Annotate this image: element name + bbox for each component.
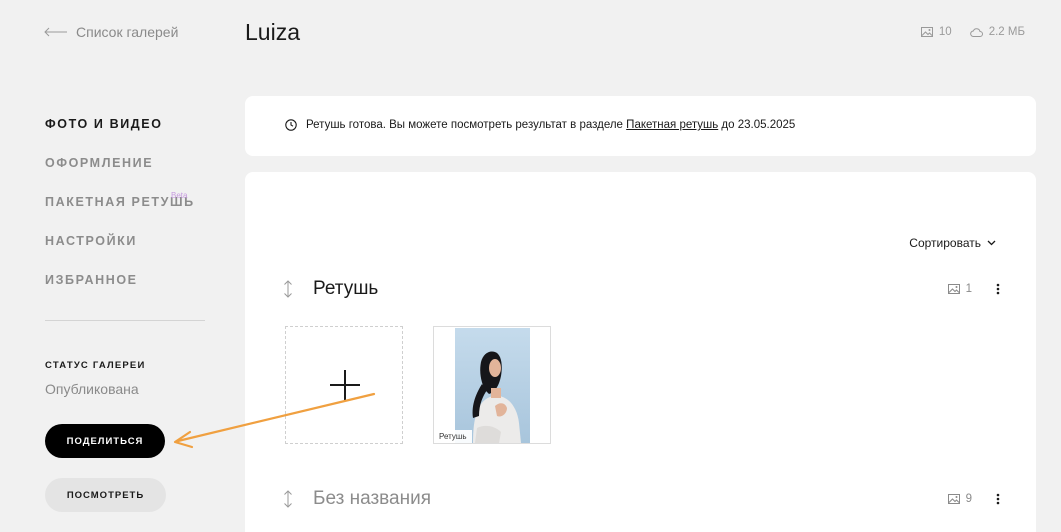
sidebar-divider — [45, 320, 205, 321]
cloud-icon — [969, 27, 983, 37]
image-icon — [947, 284, 960, 294]
sidebar-nav: ФОТО И ВИДЕО ОФОРМЛЕНИЕ ПАКЕТНАЯ РЕТУШЬ … — [45, 117, 195, 312]
notice-text-before: Ретушь готова. Вы можете посмотреть резу… — [306, 119, 623, 131]
nav-item-label: ФОТО И ВИДЕО — [45, 117, 163, 131]
kebab-menu-icon[interactable] — [996, 493, 1000, 505]
image-icon — [947, 494, 960, 504]
photo-section-tag: Ретушь — [434, 430, 472, 443]
portrait-photo — [455, 328, 530, 443]
kebab-menu-icon[interactable] — [996, 283, 1000, 295]
notice-content: Ретушь готова. Вы можете посмотреть резу… — [285, 119, 795, 131]
back-to-galleries-link[interactable]: Список галерей — [44, 24, 178, 40]
drag-handle-icon[interactable] — [281, 489, 295, 509]
add-photo-tile[interactable] — [285, 326, 403, 444]
section-title[interactable]: Ретушь — [313, 278, 378, 300]
section-photo-count: 1 — [947, 283, 972, 295]
view-button[interactable]: ПОСМОТРЕТЬ — [45, 478, 166, 512]
section-count-value: 1 — [965, 283, 972, 295]
batch-retouch-link[interactable]: Пакетная ретушь — [626, 119, 718, 131]
nav-item-label: ИЗБРАННОЕ — [45, 273, 138, 287]
photo-count: 10 — [938, 26, 952, 38]
nav-item-label: НАСТРОЙКИ — [45, 234, 137, 248]
gallery-status-label: СТАТУС ГАЛЕРЕИ — [45, 360, 146, 371]
gallery-status-value: Опубликована — [45, 381, 139, 397]
notice-text-after: до 23.05.2025 — [721, 119, 796, 131]
section-header-retouch: Ретушь 1 — [281, 278, 1000, 300]
nav-item-favorites[interactable]: ИЗБРАННОЕ — [45, 273, 195, 312]
notice-text: Ретушь готова. Вы можете посмотреть резу… — [306, 119, 795, 131]
section-photo-count: 9 — [947, 493, 972, 505]
arrow-left-icon — [44, 27, 67, 37]
gallery-editor-page: Список галерей ФОТО И ВИДЕО ОФОРМЛЕНИЕ П… — [0, 0, 1061, 532]
share-button[interactable]: ПОДЕЛИТЬСЯ — [45, 424, 165, 458]
sort-label: Сортировать — [909, 236, 981, 250]
section-count-value: 9 — [965, 493, 972, 505]
drag-handle-icon[interactable] — [281, 279, 295, 299]
photo-thumbnail[interactable]: Ретушь — [433, 326, 551, 444]
clock-icon — [285, 119, 297, 131]
image-icon — [920, 27, 933, 37]
section-title[interactable]: Без названия — [313, 488, 431, 510]
retouch-ready-notice: Ретушь готова. Вы можете посмотреть резу… — [245, 96, 1036, 156]
plus-icon-vertical — [344, 370, 346, 400]
gallery-title: Luiza — [245, 19, 300, 45]
sort-dropdown[interactable]: Сортировать — [909, 236, 996, 250]
gallery-size: 2.2 МБ — [988, 26, 1025, 38]
nav-item-label: ОФОРМЛЕНИЕ — [45, 156, 154, 170]
nav-item-settings[interactable]: НАСТРОЙКИ — [45, 234, 195, 273]
media-sections-card: Сортировать Ретушь 1 Ретушь Без названия… — [245, 172, 1036, 532]
back-link-label: Список галерей — [76, 24, 179, 40]
chevron-down-icon — [987, 240, 996, 246]
nav-item-photo-video[interactable]: ФОТО И ВИДЕО — [45, 117, 195, 156]
nav-item-batch-retouch[interactable]: ПАКЕТНАЯ РЕТУШЬ Beta — [45, 191, 195, 234]
section-header-untitled: Без названия 9 — [281, 488, 1000, 510]
gallery-stats: 10 2.2 МБ — [920, 26, 1025, 38]
beta-badge: Beta — [171, 191, 188, 200]
